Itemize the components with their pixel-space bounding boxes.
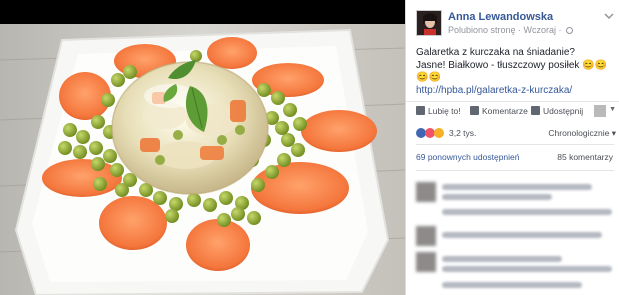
wow-reaction-icon[interactable]	[434, 128, 444, 138]
profile-selector-icon[interactable]	[594, 105, 606, 117]
comment-blur	[442, 232, 602, 238]
comment-button[interactable]: Komentarze	[470, 106, 528, 116]
comment-blur	[442, 256, 562, 262]
post-text-line-2: Jasne! Białkowo - tłuszczowy posiłek 😊😊😊…	[416, 59, 608, 84]
avatar[interactable]	[416, 10, 442, 36]
divider	[416, 144, 614, 145]
shares-count[interactable]: 69 ponownych udostępnień	[416, 152, 520, 162]
post-header: Anna Lewandowska Polubiono stronę · Wczo…	[416, 10, 614, 40]
author-name[interactable]: Anna Lewandowska	[448, 11, 553, 23]
comment-blur	[442, 282, 582, 288]
caret-down-icon[interactable]: ▼	[609, 106, 616, 113]
thumbs-up-icon	[416, 106, 425, 115]
like-label: Lubię to!	[428, 106, 461, 116]
like-button[interactable]: Lubię to!	[416, 106, 461, 116]
comment-icon	[470, 106, 479, 115]
comment-blur	[442, 194, 552, 200]
comment-blur	[442, 266, 612, 272]
post-sidebar: Anna Lewandowska Polubiono stronę · Wczo…	[405, 0, 619, 295]
chevron-down-icon[interactable]	[604, 12, 614, 23]
post-meta: Polubiono stronę · Wczoraj ·	[448, 25, 574, 35]
comment-item	[416, 276, 616, 294]
comments-count[interactable]: 85 komentarzy	[557, 152, 613, 162]
reactions-bar: 3,2 tys. Chronologicznie ▾	[406, 121, 619, 143]
food-photo	[0, 0, 405, 295]
commenter-avatar	[416, 252, 436, 272]
chevron-down-icon-svg	[604, 13, 614, 20]
post-link[interactable]: http://hpba.pl/galaretka-z-kurczaka/	[416, 85, 572, 96]
comment-item	[416, 205, 616, 219]
post-text-line-1: Galaretka z kurczaka na śniadanie?	[416, 47, 575, 58]
post-meta-text: Polubiono stronę · Wczoraj ·	[448, 25, 562, 35]
commenter-avatar	[416, 182, 436, 202]
comment-label: Komentarze	[482, 106, 528, 116]
comment-blur	[442, 184, 592, 190]
reaction-count[interactable]: 3,2 tys.	[449, 128, 476, 138]
globe-icon	[566, 27, 574, 34]
post-text: Galaretka z kurczaka na śniadanie? Jasne…	[416, 47, 616, 97]
comment-sort-dropdown[interactable]: Chronologicznie ▾	[548, 128, 616, 139]
share-icon	[531, 106, 540, 115]
commenter-avatar	[416, 226, 436, 246]
post-photo[interactable]	[0, 0, 405, 295]
share-button[interactable]: Udostępnij	[531, 106, 583, 116]
divider	[416, 170, 614, 171]
comment-blur	[442, 209, 612, 215]
share-label: Udostępnij	[543, 106, 584, 116]
avatar-image	[417, 11, 441, 35]
photo-viewer: Anna Lewandowska Polubiono stronę · Wczo…	[0, 0, 619, 295]
post-actions: Lubię to! Komentarze Udostępnij ▼	[406, 101, 619, 121]
